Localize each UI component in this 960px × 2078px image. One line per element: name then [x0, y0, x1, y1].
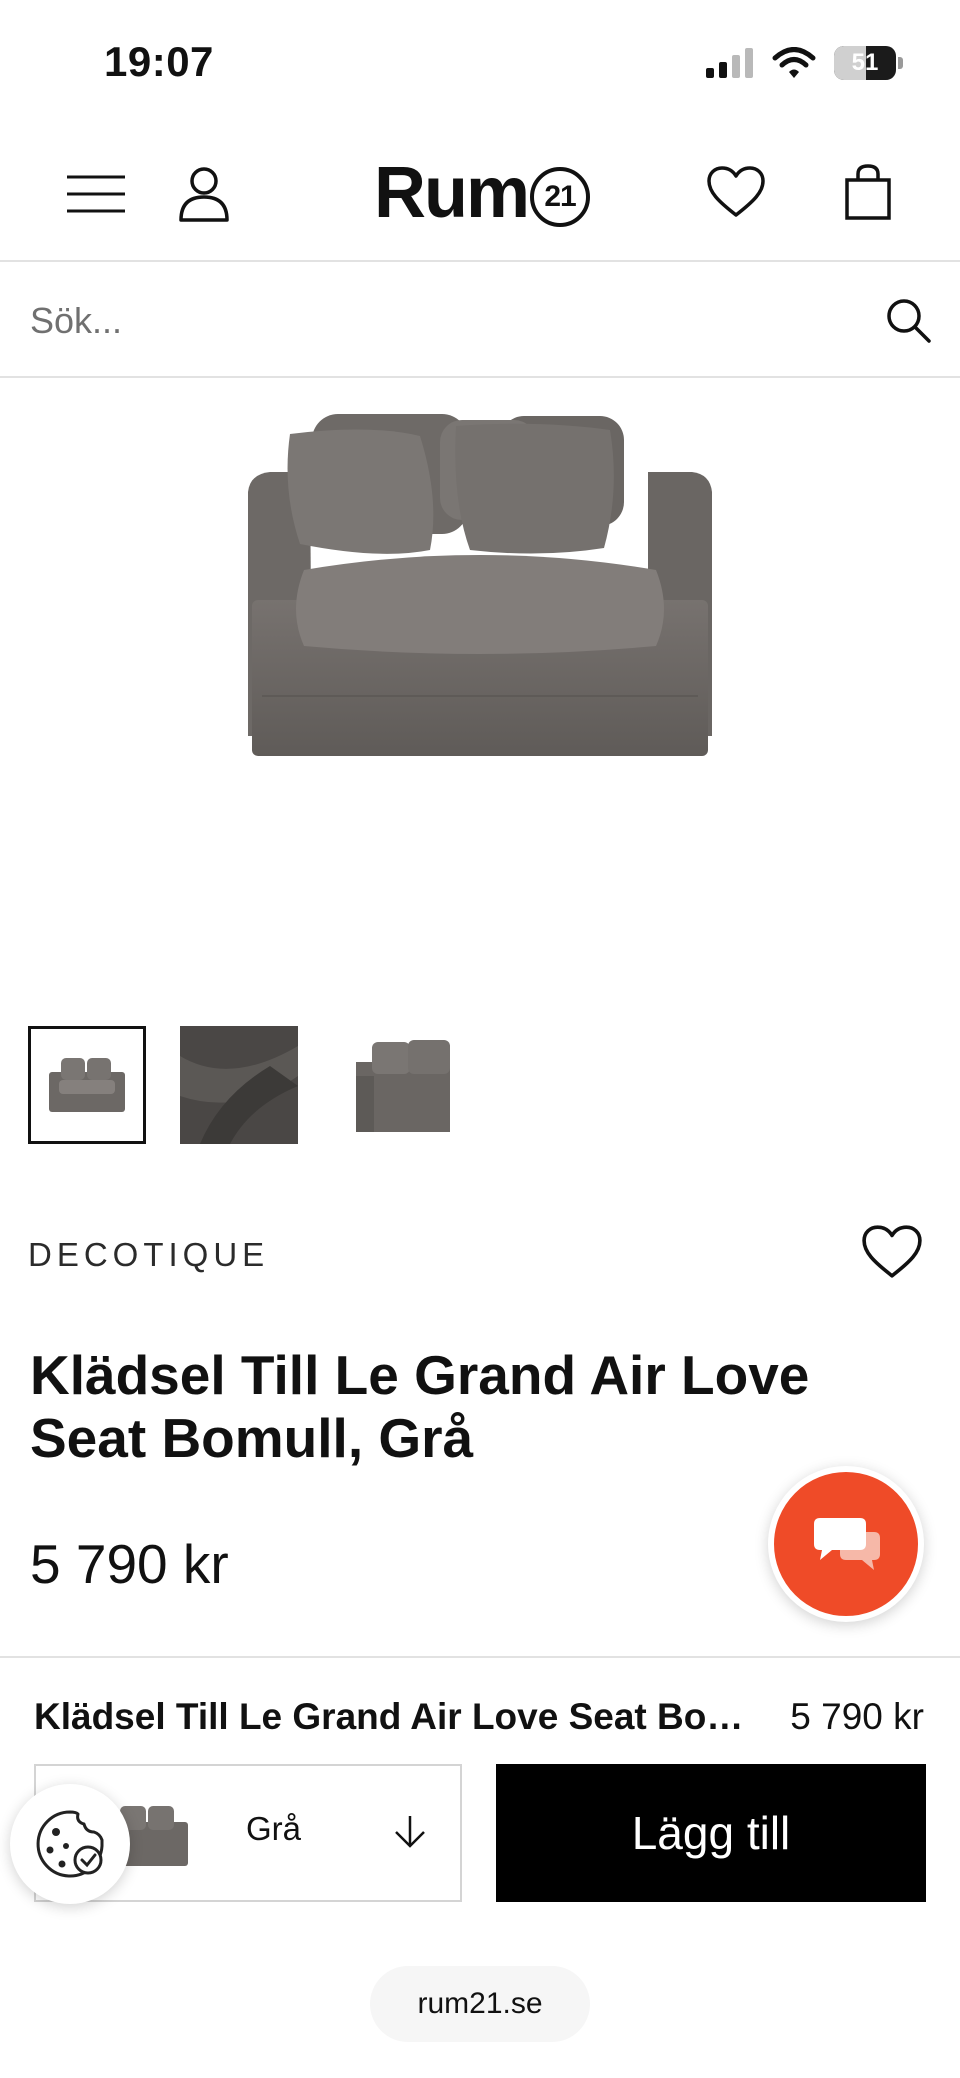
status-time: 19:07 [104, 38, 214, 85]
thumbnail-strip [28, 1026, 450, 1144]
variant-value: Grå [246, 1810, 302, 1847]
search-input[interactable] [30, 290, 850, 352]
site-logo[interactable]: Rum 21 [374, 148, 590, 238]
logo-text: Rum [374, 153, 530, 233]
cookie-settings-button[interactable] [10, 1784, 130, 1904]
battery-percent: 51 [851, 49, 879, 76]
hamburger-menu-icon [67, 175, 125, 213]
status-bar: 19:07 51 [0, 0, 960, 128]
wifi-icon [772, 47, 816, 78]
thumbnail-1[interactable] [28, 1026, 146, 1144]
site-header: Rum 21 [0, 128, 960, 262]
menu-button[interactable] [60, 158, 132, 230]
cellular-signal-icon [706, 48, 753, 78]
product-wishlist-button[interactable] [858, 1220, 926, 1284]
thumbnail-2[interactable] [180, 1026, 298, 1144]
heart-icon [707, 166, 765, 217]
browser-url-bar[interactable]: rum21.se [370, 1966, 590, 2042]
logo-badge: 21 [530, 167, 590, 227]
cookie-icon [36, 1810, 104, 1878]
thumbnail-3[interactable] [332, 1026, 450, 1144]
sofa-image [248, 414, 712, 756]
add-to-cart-button[interactable]: Lägg till [496, 1764, 926, 1902]
product-brand[interactable]: DECOTIQUE [28, 1236, 269, 1274]
chat-button[interactable] [768, 1466, 924, 1622]
account-button[interactable] [168, 156, 240, 232]
wishlist-button[interactable] [696, 152, 776, 232]
product-main-image[interactable] [0, 380, 960, 1000]
user-icon [179, 167, 229, 222]
product-price: 5 790 kr [30, 1533, 229, 1595]
heart-icon [862, 1225, 922, 1278]
sticky-product-title: Klädsel Till Le Grand Air Love Seat Bomu… [34, 1696, 754, 1737]
chat-bubbles-icon [814, 1518, 880, 1570]
status-icons: 51 [706, 46, 903, 80]
search-button[interactable] [878, 290, 938, 350]
shopping-bag-icon [845, 164, 891, 220]
search-bar [0, 264, 960, 378]
arrow-down-icon [388, 1810, 432, 1854]
product-title: Klädsel Till Le Grand Air Love Seat Bomu… [30, 1344, 810, 1469]
sticky-product-price: 5 790 kr [790, 1696, 924, 1737]
search-icon [887, 299, 931, 343]
battery-icon: 51 [834, 46, 903, 80]
cart-button[interactable] [828, 150, 908, 234]
